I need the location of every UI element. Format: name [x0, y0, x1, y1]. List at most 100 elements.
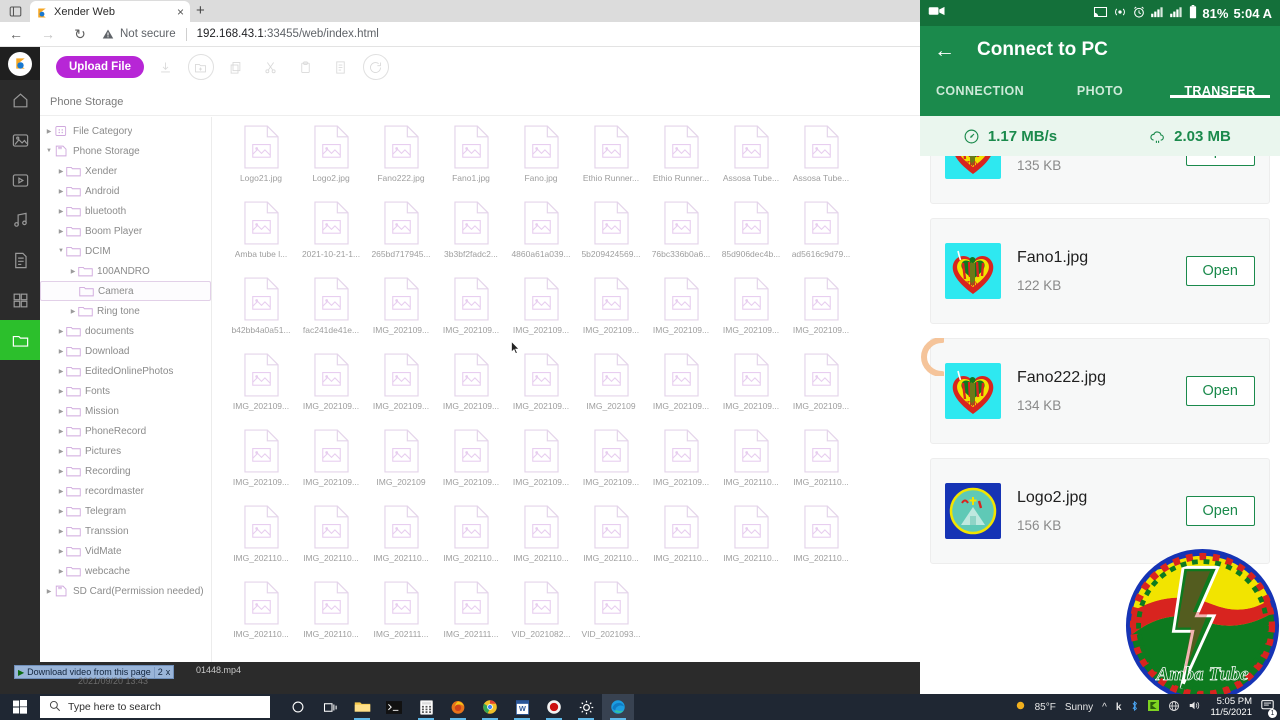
chevron-down-icon[interactable]: ▼ — [56, 248, 66, 254]
file-item[interactable]: 4860a61a039... — [506, 201, 576, 277]
file-item[interactable]: IMG_202109... — [506, 429, 576, 505]
chevron-right-icon[interactable]: ▶ — [56, 368, 66, 375]
file-item[interactable]: IMG_202110... — [296, 581, 366, 657]
chevron-down-icon[interactable]: ▼ — [44, 148, 54, 154]
file-item[interactable]: IMG_202110... — [366, 505, 436, 581]
task-view-icon[interactable] — [314, 694, 346, 720]
file-item[interactable]: IMG_202110... — [716, 429, 786, 505]
chevron-right-icon[interactable]: ▶ — [68, 268, 78, 275]
file-item[interactable]: Logo21.jpg — [226, 125, 296, 201]
download-icon[interactable] — [153, 54, 179, 80]
back-arrow-icon[interactable]: ← — [934, 40, 955, 61]
rail-item-videos[interactable] — [0, 160, 40, 200]
file-item[interactable]: IMG_202109... — [296, 429, 366, 505]
file-item[interactable]: IMG_202109... — [436, 353, 506, 429]
tree-node-file-category[interactable]: ▶ File Category — [40, 121, 211, 141]
tree-node-download[interactable]: ▶ Download — [40, 341, 211, 361]
file-item[interactable]: VID_2021093... — [576, 581, 646, 657]
tree-node-xender[interactable]: ▶ Xender — [40, 161, 211, 181]
tree-node-recordmaster[interactable]: ▶ recordmaster — [40, 481, 211, 501]
file-item[interactable]: VID_2021082... — [506, 581, 576, 657]
open-button[interactable]: Open — [1185, 156, 1255, 166]
file-item[interactable]: IMG_202109... — [646, 277, 716, 353]
tree-node-fonts[interactable]: ▶ Fonts — [40, 381, 211, 401]
chevron-right-icon[interactable]: ▶ — [56, 528, 66, 535]
new-tab-button[interactable]: + — [196, 3, 205, 19]
tree-node-sd-card-permission-needed[interactable]: ▶ SD Card(Permission needed) — [40, 581, 211, 601]
tree-node-android[interactable]: ▶ Android — [40, 181, 211, 201]
tree-node-dcim[interactable]: ▼ DCIM — [40, 241, 211, 261]
open-button[interactable]: Open — [1185, 376, 1255, 406]
file-explorer-icon[interactable] — [346, 694, 378, 720]
chevron-right-icon[interactable]: ▶ — [56, 348, 66, 355]
file-item[interactable]: IMG_202110... — [646, 505, 716, 581]
chevron-right-icon[interactable]: ▶ — [56, 328, 66, 335]
tree-node-boom-player[interactable]: ▶ Boom Player — [40, 221, 211, 241]
file-item[interactable]: IMG_202110... — [716, 505, 786, 581]
word-icon[interactable]: W — [506, 694, 538, 720]
file-item[interactable]: b42bb4a0a51... — [226, 277, 296, 353]
upload-file-button[interactable]: Upload File — [56, 56, 144, 78]
taskbar-clock[interactable]: 5:05 PM 11/5/2021 — [1210, 696, 1252, 718]
file-item[interactable]: IMG_202111... — [366, 581, 436, 657]
cut-icon[interactable] — [258, 54, 284, 80]
file-item[interactable]: IMG_202109... — [646, 429, 716, 505]
file-item[interactable]: Fano222.jpg — [366, 125, 436, 201]
tree-node-phonerecord[interactable]: ▶ PhoneRecord — [40, 421, 211, 441]
xender-tray-icon[interactable] — [1148, 700, 1160, 714]
paste-icon[interactable] — [293, 54, 319, 80]
open-button[interactable]: Open — [1185, 496, 1255, 526]
file-item[interactable]: Assosa Tube... — [716, 125, 786, 201]
chevron-right-icon[interactable]: ▶ — [44, 128, 54, 135]
rail-item-home[interactable] — [0, 80, 40, 120]
file-item[interactable]: 2021-10-21-1... — [296, 201, 366, 277]
file-item[interactable]: IMG_202109... — [716, 353, 786, 429]
file-item[interactable]: fac241de41e... — [296, 277, 366, 353]
open-button[interactable]: Open — [1185, 256, 1255, 286]
chevron-right-icon[interactable]: ▶ — [56, 448, 66, 455]
tree-node-vidmate[interactable]: ▶ VidMate — [40, 541, 211, 561]
file-item[interactable]: Fano1.jpg — [436, 125, 506, 201]
chevron-right-icon[interactable]: ▶ — [56, 508, 66, 515]
file-item[interactable]: Amba tube l... — [226, 201, 296, 277]
file-item[interactable]: IMG_202110... — [226, 505, 296, 581]
file-item[interactable]: Ethio Runner... — [646, 125, 716, 201]
file-item[interactable]: Assosa Tube... — [786, 125, 856, 201]
tree-node-mission[interactable]: ▶ Mission — [40, 401, 211, 421]
refresh-icon[interactable] — [362, 54, 389, 80]
file-item[interactable]: IMG_202110... — [296, 505, 366, 581]
rail-item-files[interactable] — [0, 320, 40, 360]
firefox-icon[interactable] — [442, 694, 474, 720]
tree-node-editedonlinephotos[interactable]: ▶ EditedOnlinePhotos — [40, 361, 211, 381]
chevron-right-icon[interactable]: ▶ — [68, 308, 78, 315]
bluetooth-icon[interactable] — [1130, 700, 1139, 715]
file-item[interactable]: IMG_202109... — [226, 353, 296, 429]
file-item[interactable]: 76bc336b0a6... — [646, 201, 716, 277]
tree-node-documents[interactable]: ▶ documents — [40, 321, 211, 341]
file-item[interactable]: IMG_202110... — [576, 505, 646, 581]
file-item[interactable]: IMG_202109... — [786, 353, 856, 429]
chevron-right-icon[interactable]: ▶ — [44, 588, 54, 595]
app-tray-icon-k[interactable]: k — [1116, 702, 1122, 713]
tree-node-transsion[interactable]: ▶ Transsion — [40, 521, 211, 541]
chevron-right-icon[interactable]: ▶ — [56, 548, 66, 555]
network-icon[interactable] — [1168, 700, 1180, 715]
file-item[interactable]: 85d906dec4b... — [716, 201, 786, 277]
show-hidden-icons[interactable]: ^ — [1102, 702, 1107, 713]
file-item[interactable]: IMG_202109... — [506, 353, 576, 429]
tree-node-phone-storage[interactable]: ▼ Phone Storage — [40, 141, 211, 161]
file-item[interactable]: 3b3bf2fadc2... — [436, 201, 506, 277]
close-tab-icon[interactable]: × — [177, 6, 184, 18]
back-button[interactable]: ← — [0, 22, 32, 47]
new-folder-icon[interactable] — [187, 54, 214, 80]
file-item[interactable]: IMG_202109 — [576, 353, 646, 429]
file-item[interactable]: IMG_202109... — [716, 277, 786, 353]
chevron-right-icon[interactable]: ▶ — [56, 428, 66, 435]
file-item[interactable]: IMG_202109... — [366, 277, 436, 353]
chevron-right-icon[interactable]: ▶ — [56, 568, 66, 575]
file-item[interactable]: IMG_202109... — [576, 429, 646, 505]
tree-node-telegram[interactable]: ▶ Telegram — [40, 501, 211, 521]
tab-photo[interactable]: PHOTO — [1040, 74, 1160, 98]
tree-node-recording[interactable]: ▶ Recording — [40, 461, 211, 481]
chevron-right-icon[interactable]: ▶ — [56, 228, 66, 235]
